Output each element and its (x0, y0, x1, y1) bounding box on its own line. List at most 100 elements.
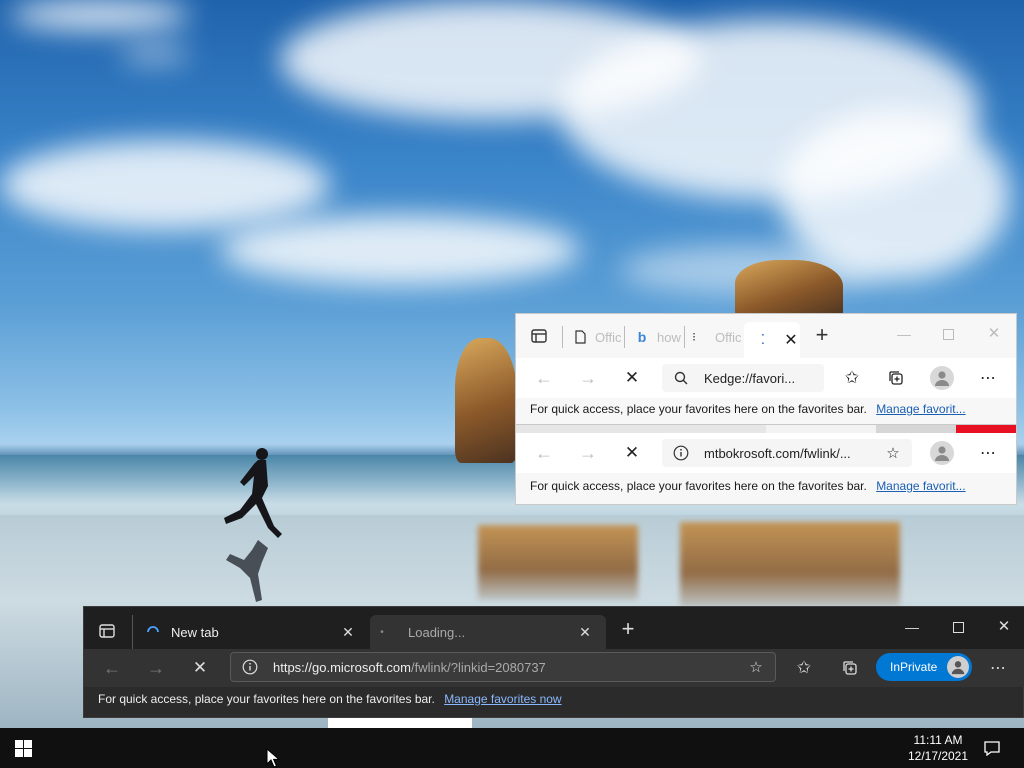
new-tab-button[interactable]: + (812, 322, 832, 347)
search-icon (672, 371, 690, 385)
bing-icon: b (637, 329, 647, 345)
address-host: https://go.microsoft.com (273, 659, 411, 675)
back-button[interactable]: ← (102, 658, 122, 678)
stop-button[interactable]: ✕ (190, 658, 210, 678)
rock-left (455, 338, 517, 463)
page-icon (571, 330, 589, 344)
toolbar: ← → ✕ Kedge://favori... ✩ ⋯ (516, 358, 1016, 398)
favorites-icon[interactable]: ✩ (842, 368, 862, 388)
info-icon[interactable] (241, 659, 259, 675)
tab-bar: New tab ✕ • Loading... ✕ + — ✕ (84, 607, 1024, 649)
manage-favorites-link[interactable]: Manage favorites now (444, 692, 561, 706)
tab-strip-fragment (516, 425, 1016, 433)
tab[interactable]: New tab ✕ (132, 615, 369, 649)
cloud (0, 140, 330, 230)
browser-window-inprivate[interactable]: New tab ✕ • Loading... ✕ + — ✕ ← → ✕ htt… (83, 606, 1024, 718)
tab-label: how (657, 329, 681, 345)
info-icon[interactable] (672, 445, 690, 461)
rock-reflection (478, 525, 638, 600)
toolbar: ← → ✕ https://go.microsoft.com/fwlink/?l… (84, 649, 1024, 687)
maximize-button[interactable] (938, 324, 958, 344)
loading-spinner-icon (145, 625, 161, 639)
tab-actions-icon[interactable] (530, 327, 548, 345)
add-favorite-icon[interactable]: ☆ (747, 658, 765, 676)
close-window-button[interactable]: ✕ (994, 616, 1014, 636)
browser-window-back-1[interactable]: Offic b how ⁝ Offic ⁚ ✕ + — ✕ ← → ✕ Kedg… (515, 313, 1017, 425)
favorites-bar: For quick access, place your favorites h… (98, 688, 998, 710)
runner-reflection (226, 540, 268, 602)
collections-icon[interactable] (840, 658, 860, 678)
address-path: /fwlink/?linkid=2080737 (411, 659, 546, 675)
tab[interactable]: ⁝ Offic (684, 326, 743, 348)
address-text: https://go.microsoft.com/fwlink/?linkid=… (273, 660, 546, 675)
tab-active[interactable]: • Loading... ✕ (370, 615, 606, 649)
inprivate-label: InPrivate (890, 660, 938, 674)
close-icon[interactable]: ✕ (784, 330, 798, 350)
cloud (120, 45, 190, 63)
new-tab-button[interactable]: + (618, 616, 638, 641)
rock-reflection (680, 522, 900, 607)
favorites-bar: For quick access, place your favorites h… (530, 398, 1010, 420)
window-fragment (328, 718, 472, 728)
profile-avatar[interactable] (930, 441, 954, 465)
more-options-icon[interactable]: ⋯ (976, 366, 1000, 390)
tab-bar: Offic b how ⁝ Offic ⁚ ✕ + — ✕ (516, 314, 1016, 358)
tab-label: Loading... (408, 624, 466, 640)
action-center-icon[interactable] (982, 738, 1002, 758)
tab-label: Offic (595, 329, 621, 345)
manage-favorites-link[interactable]: Manage favorit... (876, 479, 965, 493)
forward-button[interactable]: → (578, 368, 598, 388)
profile-avatar[interactable] (930, 366, 954, 390)
close-window-button[interactable]: ✕ (984, 323, 1004, 343)
cloud (220, 215, 580, 285)
tab-active[interactable]: ⁚ ✕ (744, 322, 800, 358)
address-bar[interactable]: Kedge://favori... (662, 364, 824, 392)
back-button[interactable]: ← (534, 443, 554, 463)
clock-time: 11:11 AM (913, 733, 963, 747)
more-options-icon[interactable]: ⋯ (976, 441, 1000, 465)
stop-button[interactable]: ✕ (622, 368, 642, 388)
tab-label: New tab (171, 624, 219, 640)
taskbar: 11:11 AM 12/17/2021 (0, 728, 1024, 768)
inprivate-button[interactable]: InPrivate (876, 653, 972, 681)
close-icon[interactable]: ✕ (578, 624, 592, 641)
back-button[interactable]: ← (534, 368, 554, 388)
profile-avatar (947, 656, 969, 678)
tab[interactable]: Offic (562, 326, 623, 348)
tab[interactable]: b how (624, 326, 683, 348)
close-icon[interactable]: ✕ (341, 624, 355, 641)
mouse-cursor-icon (266, 748, 280, 768)
cloud (10, 0, 190, 30)
forward-button[interactable]: → (578, 443, 598, 463)
loading-icon: ⁚ (760, 332, 766, 347)
manage-favorites-link[interactable]: Manage favorit... (876, 402, 965, 416)
favorites-bar: For quick access, place your favorites h… (530, 475, 1010, 497)
add-favorite-icon[interactable]: ☆ (884, 444, 902, 462)
windows-logo-icon (14, 739, 32, 757)
favorites-bar-message: For quick access, place your favorites h… (98, 692, 435, 706)
runner-silhouette (224, 448, 282, 538)
favorites-bar-message: For quick access, place your favorites h… (530, 479, 867, 493)
collections-icon[interactable] (886, 368, 906, 388)
toolbar: ← → ✕ mtbokrosoft.com/fwlink/... ☆ ⋯ (516, 433, 1016, 473)
favorites-bar-message: For quick access, place your favorites h… (530, 402, 867, 416)
address-text: Kedge://favori... (704, 370, 796, 386)
more-options-icon[interactable]: ⋯ (986, 656, 1010, 680)
tab-actions-icon[interactable] (98, 622, 116, 640)
maximize-button[interactable] (948, 617, 968, 637)
minimize-button[interactable]: — (902, 617, 922, 637)
address-text: mtbokrosoft.com/fwlink/... (704, 445, 851, 461)
rock-right (735, 260, 843, 318)
loading-icon: ⁝ (692, 330, 696, 344)
minimize-button[interactable]: — (894, 324, 914, 344)
favorites-icon[interactable]: ✩ (794, 658, 814, 678)
address-bar[interactable]: https://go.microsoft.com/fwlink/?linkid=… (230, 652, 776, 682)
forward-button[interactable]: → (146, 658, 166, 678)
stop-button[interactable]: ✕ (622, 443, 642, 463)
browser-window-back-2[interactable]: ← → ✕ mtbokrosoft.com/fwlink/... ☆ ⋯ For… (515, 424, 1017, 505)
address-bar[interactable]: mtbokrosoft.com/fwlink/... ☆ (662, 439, 912, 467)
loading-icon: • (380, 626, 384, 638)
tab-label: Offic (715, 329, 741, 345)
start-button[interactable] (12, 738, 34, 758)
system-clock[interactable]: 11:11 AM 12/17/2021 (900, 732, 976, 764)
